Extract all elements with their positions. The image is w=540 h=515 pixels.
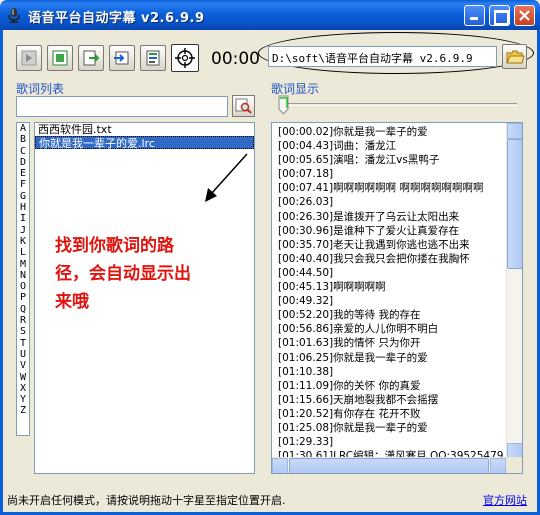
path-field[interactable]: D:\soft\语音平台自动字幕 v2.6.9.9	[268, 46, 497, 67]
annotation-text: 找到你歌词的路 径，会自动显示出 来哦	[55, 232, 240, 316]
alphabet-letter[interactable]: H	[17, 202, 29, 213]
annotation-arrow	[205, 153, 248, 202]
lyrics-list-label: 歌词列表	[16, 82, 65, 96]
lyric-line: [00:07.41]啊啊啊啊啊啊 啊啊啊啊啊啊啊啊	[278, 182, 484, 195]
alphabet-letter[interactable]: G	[17, 191, 29, 202]
lyric-line: [00:00.02]你就是我一辈子的爱	[278, 126, 428, 138]
stop-button[interactable]	[47, 45, 73, 71]
folder-icon	[506, 50, 525, 64]
alphabet-letter[interactable]: V	[17, 360, 29, 371]
edit-button[interactable]	[140, 45, 166, 71]
lyric-line: [01:11.09]你的关怀 你的真爱	[278, 379, 421, 392]
scroll-thumb[interactable]	[289, 458, 489, 473]
import-button[interactable]	[78, 45, 104, 71]
minimize-button[interactable]	[464, 5, 485, 26]
alphabet-letter[interactable]: F	[17, 179, 29, 190]
lyric-line: [01:06.25]你就是我一辈子的爱	[278, 351, 428, 364]
official-site-link[interactable]: 官方网站	[483, 492, 527, 508]
scroll-corner	[506, 457, 522, 473]
annotation-line: 找到你歌词的路	[55, 236, 174, 256]
alphabet-letter[interactable]: O	[17, 281, 29, 292]
export-icon	[114, 51, 129, 65]
maximize-button[interactable]	[489, 5, 510, 26]
alphabet-letter[interactable]: K	[17, 236, 29, 247]
lyric-line: [01:01.63]我的情怀 只为你开	[278, 337, 421, 350]
scroll-right-arrow[interactable]	[490, 458, 506, 473]
lyrics-lines: [00:00.02]你就是我一辈子的爱 [00:04.43]词曲：潘龙江 [00:0…	[278, 125, 505, 463]
alphabet-letter[interactable]: J	[17, 225, 29, 236]
status-bar: 尚未开启任何模式，请按说明拖动十字星至指定位置开启. 官方网站	[3, 488, 537, 508]
scroll-up-arrow[interactable]	[507, 123, 522, 139]
horizontal-scrollbar[interactable]	[272, 457, 506, 473]
app-icon	[8, 8, 20, 23]
annotation-line: 来哦	[55, 292, 89, 312]
stop-icon	[52, 50, 68, 66]
lyric-line: [00:07.18]	[278, 168, 334, 181]
close-icon	[519, 10, 530, 21]
lyric-line: [00:40.40]我只会我只会把你搂在我胸怀	[278, 252, 470, 265]
search-icon	[235, 98, 252, 114]
slider-thumb[interactable]	[278, 95, 289, 115]
alphabet-letter[interactable]: W	[17, 372, 29, 383]
lyric-line: [01:25.08]你就是我一辈子的爱	[278, 421, 428, 434]
lyric-line: [01:29.33]	[278, 436, 334, 449]
alphabet-letter[interactable]: B	[17, 134, 29, 145]
scroll-thumb[interactable]	[507, 139, 522, 269]
alphabet-index: ABCDEFGHIJKLMNOPQRSTUVWXYZ	[16, 122, 30, 436]
browse-folder-button[interactable]	[502, 44, 527, 69]
lyric-line: [00:49.32]	[278, 295, 334, 308]
search-input[interactable]	[16, 96, 228, 117]
alphabet-letter[interactable]: Z	[17, 405, 29, 416]
import-icon	[83, 50, 100, 66]
progress-slider[interactable]	[282, 103, 517, 106]
alphabet-letter[interactable]: N	[17, 270, 29, 281]
lyric-line: [00:04.43]词曲：潘龙江	[278, 140, 397, 153]
alphabet-letter[interactable]: D	[17, 157, 29, 168]
file-list-item[interactable]: 西西软件园.txt	[35, 123, 254, 136]
play-button[interactable]	[16, 45, 42, 71]
alphabet-letter[interactable]: T	[17, 338, 29, 349]
alphabet-letter[interactable]: M	[17, 259, 29, 270]
alphabet-letter[interactable]: L	[17, 247, 29, 258]
crosshair-icon	[175, 48, 195, 68]
annotation-line: 径，会自动显示出	[55, 264, 191, 284]
alphabet-letter[interactable]: X	[17, 383, 29, 394]
lyric-line: [00:56.86]亲爱的人儿你明不明白	[278, 323, 439, 336]
crosshair-button[interactable]	[171, 44, 199, 72]
play-icon	[21, 50, 37, 66]
lyric-line: [00:26.03]	[278, 196, 334, 209]
alphabet-letter[interactable]: A	[17, 123, 29, 134]
lyric-line: [00:52.20]我的等待 我的存在	[278, 309, 421, 322]
edit-icon	[146, 50, 160, 66]
status-text: 尚未开启任何模式，请按说明拖动十字星至指定位置开启.	[7, 494, 286, 507]
search-button[interactable]	[232, 95, 255, 117]
lyric-line: [01:15.66]天崩地裂我都不会摇摆	[278, 393, 439, 406]
lyric-line: [00:45.13]啊啊啊啊啊	[278, 281, 386, 294]
alphabet-letter[interactable]: C	[17, 146, 29, 157]
alphabet-letter[interactable]: R	[17, 315, 29, 326]
lyric-line: [00:35.70]老天让我遇到你逃也逃不出来	[278, 238, 470, 251]
alphabet-letter[interactable]: E	[17, 168, 29, 179]
window-title: 语音平台自动字幕 v2.6.9.9	[28, 11, 205, 26]
alphabet-letter[interactable]: Y	[17, 394, 29, 405]
alphabet-letter[interactable]: S	[17, 326, 29, 337]
vertical-scrollbar[interactable]	[506, 123, 522, 459]
alphabet-letter[interactable]: P	[17, 292, 29, 303]
lyric-line: [00:26.30]是谁拨开了乌云让太阳出来	[278, 210, 460, 223]
lyrics-panel[interactable]: [00:00.02]你就是我一辈子的爱 [00:04.43]词曲：潘龙江 [00:0…	[271, 122, 523, 474]
file-list-item[interactable]: 你就是我一辈子的爱.lrc	[35, 136, 254, 150]
export-button[interactable]	[109, 45, 135, 71]
close-button[interactable]	[514, 5, 535, 26]
lyric-line: [00:30.96]是谁种下了爱火让真爱存在	[278, 224, 460, 237]
time-display: 00:00	[211, 49, 260, 69]
scroll-left-arrow[interactable]	[272, 458, 288, 473]
lyric-line: [01:10.38]	[278, 365, 334, 378]
alphabet-letter[interactable]: U	[17, 349, 29, 360]
lyric-line: [00:44.50]	[278, 266, 334, 279]
alphabet-letter[interactable]: I	[17, 213, 29, 224]
lyric-line: [00:05.65]演唱：潘龙江vs黑鸭子	[278, 154, 440, 167]
alphabet-letter[interactable]: Q	[17, 304, 29, 315]
title-bar[interactable]: 语音平台自动字幕 v2.6.9.9	[0, 0, 540, 30]
lyric-line: [01:20.52]有你存在 花开不败	[278, 407, 421, 420]
